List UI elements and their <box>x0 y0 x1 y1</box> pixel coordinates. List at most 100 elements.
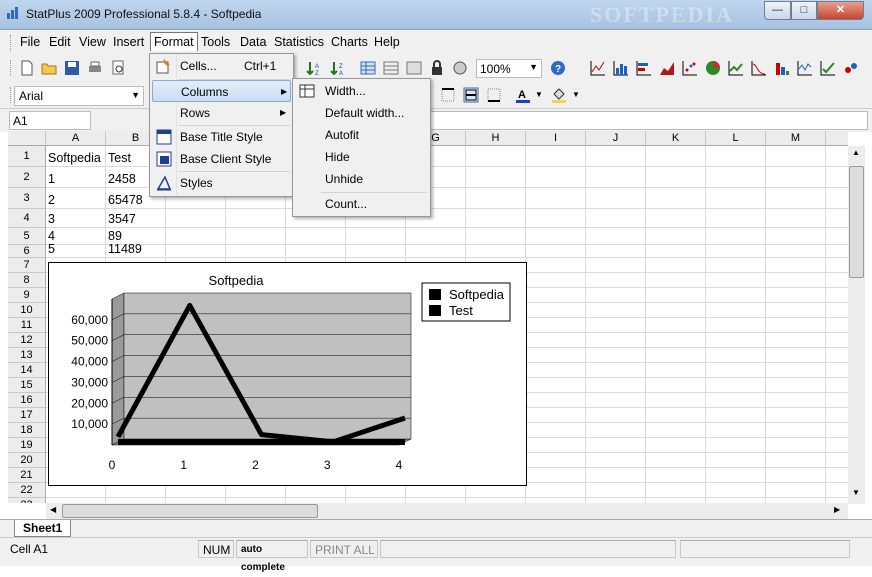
pie-chart-icon[interactable] <box>705 60 721 76</box>
row-header-16[interactable]: 16 <box>8 393 46 408</box>
font-select[interactable]: Arial ▼ <box>14 86 144 106</box>
menu-insert[interactable]: Insert <box>113 35 144 49</box>
menu-edit[interactable]: Edit <box>49 35 71 49</box>
submenu-item-width[interactable]: Width... <box>295 80 428 102</box>
scroll-down-icon[interactable]: ▼ <box>852 488 860 497</box>
font-color-icon[interactable]: A <box>515 87 531 103</box>
vertical-scroll-thumb[interactable] <box>849 166 864 278</box>
open-folder-icon[interactable] <box>41 60 57 76</box>
column-header-j[interactable]: J <box>586 131 646 146</box>
column-header-l[interactable]: L <box>706 131 766 146</box>
column-header-n[interactable]: N <box>826 131 848 146</box>
menu-tools[interactable]: Tools <box>201 35 230 49</box>
cell-b3[interactable]: 65478 <box>106 193 143 207</box>
sort-descending-icon[interactable]: ZA <box>330 60 346 76</box>
border-middle-icon[interactable] <box>463 87 479 103</box>
close-button[interactable]: ✕ <box>817 1 864 20</box>
zoom-select[interactable]: 100% ▼ <box>476 59 542 78</box>
menu-file[interactable]: File <box>20 35 40 49</box>
column-header-i[interactable]: I <box>526 131 586 146</box>
cell-a5[interactable]: 4 <box>46 229 55 243</box>
menu-item-base-title-style[interactable]: Base Title Style <box>152 126 291 148</box>
row-header-13[interactable]: 13 <box>8 348 46 363</box>
row-header-21[interactable]: 21 <box>8 468 46 483</box>
cell-a4[interactable]: 3 <box>46 212 55 226</box>
stock-chart-icon[interactable] <box>728 60 744 76</box>
row-header-7[interactable]: 7 <box>8 258 46 273</box>
column-header-h[interactable]: H <box>466 131 526 146</box>
histogram-icon[interactable] <box>751 60 767 76</box>
border-bottom-icon[interactable] <box>486 87 502 103</box>
row-header-10[interactable]: 10 <box>8 303 46 318</box>
row-header-15[interactable]: 15 <box>8 378 46 393</box>
select-all-corner[interactable] <box>8 131 46 146</box>
horizontal-scroll-thumb[interactable] <box>62 504 318 518</box>
horizontal-bar-chart-icon[interactable] <box>636 60 652 76</box>
cell-b1[interactable]: Test <box>106 151 131 165</box>
scatter-chart-icon[interactable] <box>682 60 698 76</box>
row-header-6[interactable]: 6 <box>8 245 46 258</box>
cell-b4[interactable]: 3547 <box>106 212 136 226</box>
cell-a1[interactable]: Softpedia <box>46 151 101 165</box>
new-file-icon[interactable] <box>19 60 35 76</box>
submenu-item-default-width[interactable]: Default width... <box>295 102 428 124</box>
row-header-22[interactable]: 22 <box>8 483 46 498</box>
horizontal-scrollbar[interactable]: ◀ ▶ <box>46 503 848 519</box>
column-header-m[interactable]: M <box>766 131 826 146</box>
menu-item-columns[interactable]: Columns ▶ <box>152 80 291 102</box>
lock-icon[interactable] <box>429 60 445 76</box>
menu-statistics[interactable]: Statistics <box>274 35 324 49</box>
row-header-17[interactable]: 17 <box>8 408 46 423</box>
submenu-item-autofit[interactable]: Autofit <box>295 124 428 146</box>
row-header-18[interactable]: 18 <box>8 423 46 438</box>
cell-a2[interactable]: 1 <box>46 172 55 186</box>
row-header-5[interactable]: 5 <box>8 228 46 245</box>
row-header-1[interactable]: 1 <box>8 146 46 167</box>
line-chart-icon[interactable] <box>590 60 606 76</box>
row-header-12[interactable]: 12 <box>8 333 46 348</box>
row-header-19[interactable]: 19 <box>8 438 46 453</box>
chevron-down-icon[interactable]: ▼ <box>535 90 543 99</box>
area-chart-icon[interactable] <box>659 60 675 76</box>
row-header-20[interactable]: 20 <box>8 453 46 468</box>
row-header-14[interactable]: 14 <box>8 363 46 378</box>
menu-item-styles[interactable]: Styles <box>152 172 291 194</box>
print-preview-icon[interactable] <box>110 60 126 76</box>
menu-format[interactable]: Format <box>150 32 198 51</box>
scroll-right-icon[interactable]: ▶ <box>834 505 840 514</box>
pareto-chart-icon[interactable] <box>774 60 790 76</box>
menu-help[interactable]: Help <box>374 35 400 49</box>
check-chart-icon[interactable] <box>820 60 836 76</box>
menu-charts[interactable]: Charts <box>331 35 368 49</box>
cell-a6[interactable]: 5 <box>46 242 55 256</box>
minimize-button[interactable]: — <box>764 1 791 20</box>
column-header-a[interactable]: A <box>46 131 106 146</box>
chart-object[interactable]: 10,000 20,000 30,000 40,000 50,000 60,000 0 1 2 3… <box>48 262 527 486</box>
maximize-button[interactable]: □ <box>791 1 817 20</box>
sheet-tab[interactable]: Sheet1 <box>14 520 72 537</box>
menu-item-cells[interactable]: Cells... Ctrl+1 <box>152 55 291 77</box>
fill-color-icon[interactable] <box>551 87 567 103</box>
menu-item-rows[interactable]: Rows ▶ <box>152 102 291 124</box>
control-chart-icon[interactable] <box>797 60 813 76</box>
submenu-item-unhide[interactable]: Unhide <box>295 168 428 190</box>
cell-reference-field[interactable]: A1 <box>9 111 91 130</box>
row-header-3[interactable]: 3 <box>8 188 46 209</box>
print-icon[interactable] <box>87 60 103 76</box>
row-header-2[interactable]: 2 <box>8 167 46 188</box>
chevron-down-icon[interactable]: ▼ <box>572 90 580 99</box>
vertical-scrollbar[interactable]: ▲ ▼ <box>848 146 865 504</box>
dot-chart-icon[interactable] <box>843 60 859 76</box>
row-header-11[interactable]: 11 <box>8 318 46 333</box>
column-header-k[interactable]: K <box>646 131 706 146</box>
help-icon[interactable]: ? <box>550 60 566 76</box>
menu-view[interactable]: View <box>79 35 106 49</box>
row-header-4[interactable]: 4 <box>8 209 46 228</box>
save-icon[interactable] <box>64 60 80 76</box>
random-icon[interactable] <box>452 60 468 76</box>
scroll-up-icon[interactable]: ▲ <box>852 148 860 157</box>
scroll-left-icon[interactable]: ◀ <box>50 505 56 514</box>
row-header-8[interactable]: 8 <box>8 273 46 288</box>
border-top-icon[interactable] <box>440 87 456 103</box>
submenu-item-count[interactable]: Count... <box>295 193 428 215</box>
